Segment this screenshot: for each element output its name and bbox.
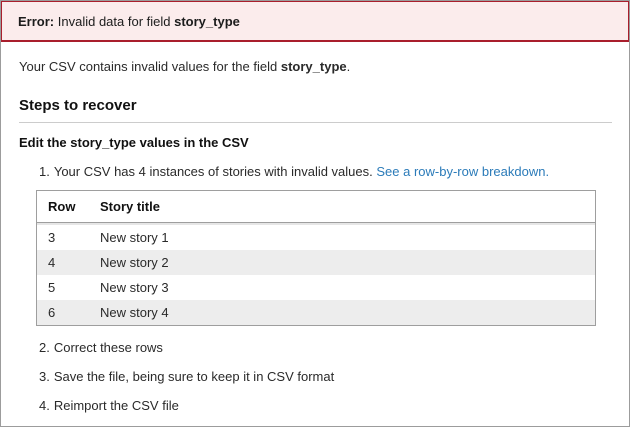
table-header-row: Row Story title — [37, 191, 595, 223]
step-3: 3. Save the file, being sure to keep it i… — [39, 369, 612, 384]
table-row: 6 New story 4 — [37, 300, 595, 325]
row-number-cell: 5 — [37, 275, 89, 300]
row-breakdown-link[interactable]: See a row-by-row breakdown. — [376, 164, 549, 179]
table-row: 4 New story 2 — [37, 250, 595, 275]
column-header-row: Row — [37, 191, 89, 223]
step-2-number: 2. — [39, 340, 50, 355]
row-number-cell: 6 — [37, 300, 89, 325]
edit-values-heading: Edit the story_type values in the CSV — [19, 135, 249, 150]
heading-divider — [19, 122, 612, 123]
error-banner: Error: Invalid data for field story_type — [1, 1, 629, 42]
error-message: Invalid data for field — [57, 14, 171, 29]
error-content: Your CSV contains invalid values for the… — [1, 59, 629, 413]
step-1: 1. Your CSV has 4 instances of stories wi… — [39, 164, 612, 179]
intro-text: Your CSV contains invalid values for the… — [19, 59, 351, 74]
step-4: 4. Reimport the CSV file — [39, 398, 612, 413]
step-4-number: 4. — [39, 398, 50, 413]
invalid-rows-table: Row Story title 3 New story 1 4 New stor… — [36, 190, 596, 326]
steps-to-recover-heading: Steps to recover — [19, 97, 137, 114]
intro-field-name: story_type — [280, 59, 347, 74]
step-4-text: Reimport the CSV file — [53, 398, 179, 413]
error-label: Error: — [18, 14, 55, 29]
story-title-cell: New story 4 — [89, 300, 595, 325]
step-1-number: 1. — [39, 164, 50, 179]
error-field-name: story_type — [174, 14, 240, 29]
step-3-number: 3. — [39, 369, 50, 384]
story-title-cell: New story 2 — [89, 250, 595, 275]
table-row: 5 New story 3 — [37, 275, 595, 300]
step-2-text: Correct these rows — [53, 340, 163, 355]
step-2: 2. Correct these rows — [39, 340, 612, 355]
story-title-cell: New story 1 — [89, 223, 595, 250]
error-page: Error: Invalid data for field story_type… — [0, 0, 630, 427]
row-number-cell: 4 — [37, 250, 89, 275]
column-header-story-title: Story title — [89, 191, 595, 223]
step-3-text: Save the file, being sure to keep it in … — [53, 369, 335, 384]
step-1-text: Your CSV has 4 instances of stories with… — [53, 164, 373, 179]
row-number-cell: 3 — [37, 223, 89, 250]
story-title-cell: New story 3 — [89, 275, 595, 300]
table-row: 3 New story 1 — [37, 223, 595, 250]
